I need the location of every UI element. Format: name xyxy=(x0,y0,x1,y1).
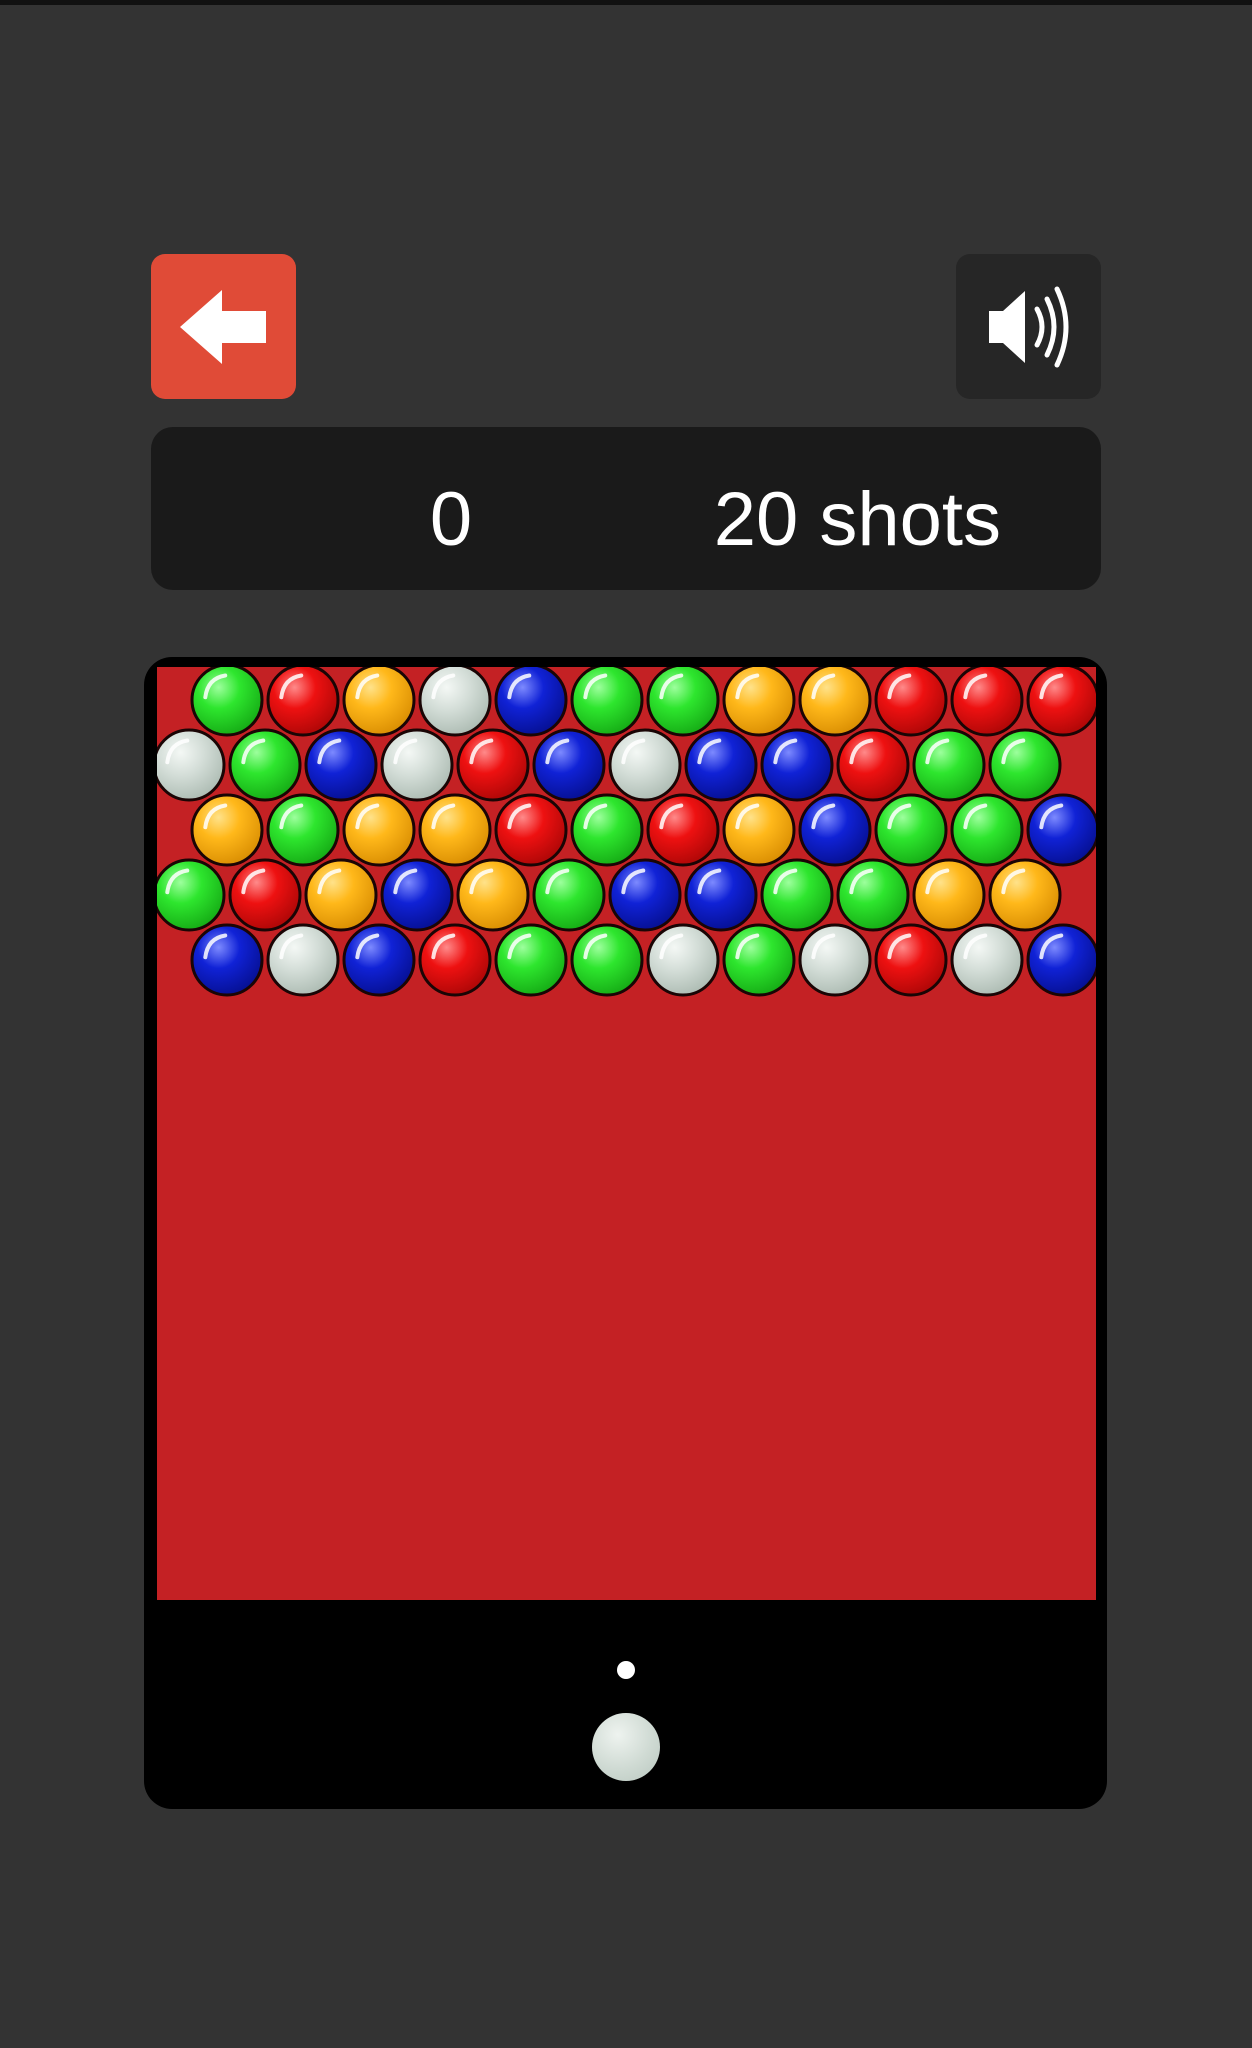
play-area[interactable] xyxy=(157,667,1096,1600)
bubble-red xyxy=(836,728,910,802)
bubble-blue xyxy=(1026,923,1096,997)
bubble-blue xyxy=(380,858,454,932)
bubble-blue xyxy=(798,793,872,867)
bubble-blue xyxy=(608,858,682,932)
bubble-white xyxy=(608,728,682,802)
bubble-yellow xyxy=(304,858,378,932)
bubble-yellow xyxy=(342,667,416,737)
bubble-red xyxy=(646,793,720,867)
bubble-white xyxy=(157,728,226,802)
bubble-green xyxy=(266,793,340,867)
bubble-green xyxy=(532,858,606,932)
sound-button[interactable] xyxy=(956,254,1101,399)
bubble-red xyxy=(874,923,948,997)
bubble-green xyxy=(157,858,226,932)
bubble-blue xyxy=(684,858,758,932)
bubble-white xyxy=(418,667,492,737)
bubble-white xyxy=(646,923,720,997)
score-panel: 0 20 shots xyxy=(151,427,1101,590)
bubble-green xyxy=(988,728,1062,802)
bubble-green xyxy=(570,793,644,867)
bubble-yellow xyxy=(722,793,796,867)
bubble-yellow xyxy=(988,858,1062,932)
bubble-yellow xyxy=(418,793,492,867)
bubble-yellow xyxy=(456,858,530,932)
bubble-yellow xyxy=(342,793,416,867)
bubble-yellow xyxy=(722,667,796,737)
bubble-green xyxy=(760,858,834,932)
bubble-red xyxy=(1026,667,1096,737)
bubble-white xyxy=(950,923,1024,997)
aim-dot xyxy=(617,1661,635,1679)
bubble-red xyxy=(950,667,1024,737)
bubble-blue xyxy=(304,728,378,802)
bubble-green xyxy=(570,667,644,737)
bubble-yellow xyxy=(190,793,264,867)
bubble-blue xyxy=(342,923,416,997)
bubble-grid xyxy=(157,667,1096,997)
bubble-blue xyxy=(190,923,264,997)
bubble-green xyxy=(570,923,644,997)
bubble-red xyxy=(228,858,302,932)
bubble-red xyxy=(874,667,948,737)
bubble-green xyxy=(228,728,302,802)
bubble-yellow xyxy=(912,858,986,932)
bubble-green xyxy=(722,923,796,997)
speaker-volume-icon xyxy=(988,286,1068,367)
bubble-blue xyxy=(494,667,568,737)
back-button[interactable] xyxy=(151,254,296,399)
bubble-red xyxy=(456,728,530,802)
bubble-white xyxy=(266,923,340,997)
bubble-red xyxy=(494,793,568,867)
bubble-green xyxy=(912,728,986,802)
bubble-blue xyxy=(532,728,606,802)
bubble-white xyxy=(380,728,454,802)
bubble-green xyxy=(836,858,910,932)
bubble-green xyxy=(874,793,948,867)
bubble-blue xyxy=(1026,793,1096,867)
bubble-red xyxy=(266,667,340,737)
shots-remaining: 20 shots xyxy=(713,477,1001,562)
top-edge xyxy=(0,0,1252,5)
bubble-blue xyxy=(760,728,834,802)
bubble-white xyxy=(798,923,872,997)
bubble-red xyxy=(418,923,492,997)
bubble-green xyxy=(190,667,264,737)
bubble-green xyxy=(950,793,1024,867)
launcher-bubble[interactable] xyxy=(592,1713,660,1781)
bubble-yellow xyxy=(798,667,872,737)
arrow-left-icon xyxy=(179,289,266,364)
bubble-green xyxy=(646,667,720,737)
bubble-blue xyxy=(684,728,758,802)
bubble-green xyxy=(494,923,568,997)
